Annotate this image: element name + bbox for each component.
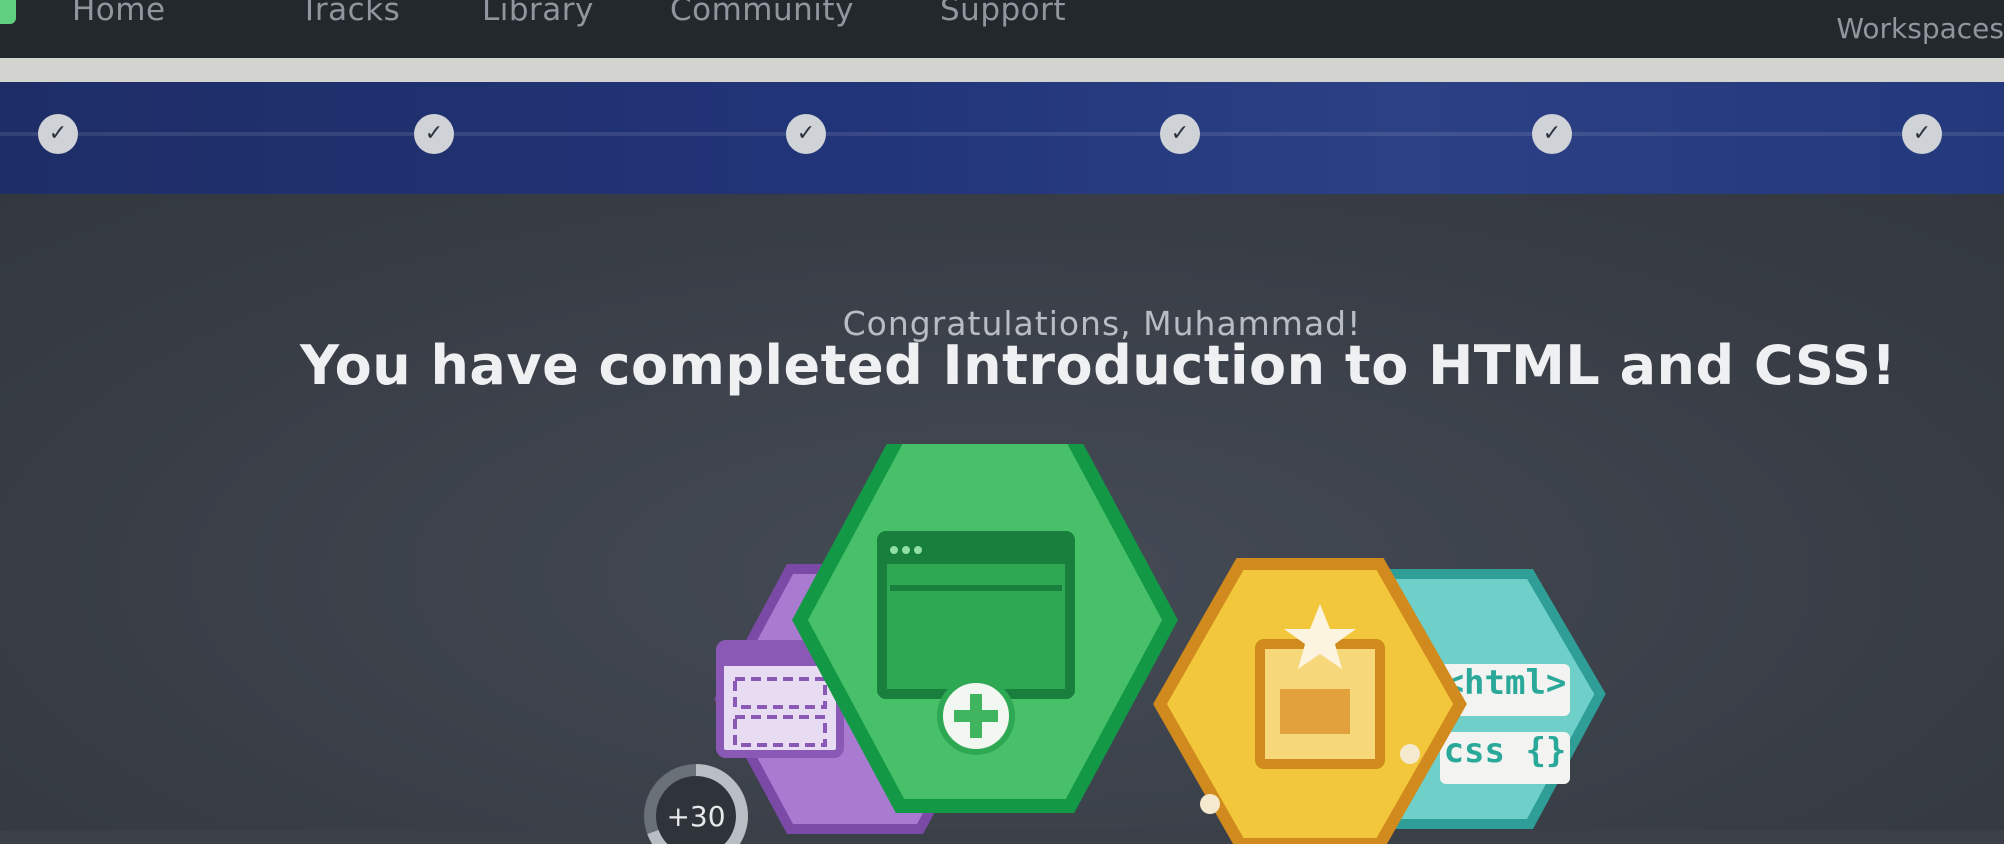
nav-home[interactable]: Home [72, 0, 166, 28]
logo-icon[interactable] [0, 0, 16, 24]
badges-group: +30 <html> css {} [644, 444, 1606, 844]
completion-panel: Congratulations, Muhammad! You have comp… [0, 194, 2004, 844]
step-complete-icon: ✓ [1160, 114, 1200, 154]
completion-headline: You have completed Introduction to HTML … [300, 334, 1897, 397]
step-complete-icon: ✓ [414, 114, 454, 154]
step-complete-icon: ✓ [1532, 114, 1572, 154]
progress-band: ✓ ✓ ✓ ✓ ✓ ✓ [0, 82, 2004, 194]
nav-divider [0, 58, 2004, 82]
css-text: css {} [1444, 731, 1567, 771]
nav-community[interactable]: Community [670, 0, 854, 28]
nav-library[interactable]: Library [482, 0, 594, 28]
top-navigation: Home Tracks Library Community Support Wo… [0, 0, 2004, 60]
step-complete-icon: ✓ [1902, 114, 1942, 154]
step-complete-icon: ✓ [786, 114, 826, 154]
nav-support[interactable]: Support [940, 0, 1066, 28]
step-complete-icon: ✓ [38, 114, 78, 154]
nav-tracks[interactable]: Tracks [300, 0, 400, 28]
points-ring: +30 [644, 764, 748, 844]
points-label: +30 [666, 800, 725, 833]
progress-line [0, 132, 2004, 136]
nav-workspaces[interactable]: Workspaces [1836, 12, 2004, 45]
